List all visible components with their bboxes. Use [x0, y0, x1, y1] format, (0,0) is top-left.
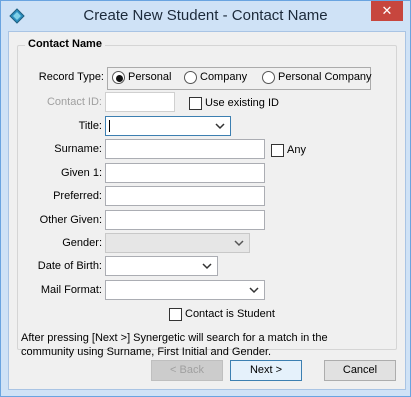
text-cursor	[109, 120, 110, 132]
preferred-field[interactable]	[105, 186, 265, 206]
any-label: Any	[287, 144, 306, 156]
group-title: Contact Name	[25, 38, 105, 50]
contact-is-student-label: Contact is Student	[185, 308, 275, 320]
gender-label: Gender:	[62, 237, 102, 249]
record-type-radio-group: Personal Company Personal Company	[107, 67, 372, 90]
date-of-birth-label: Date of Birth:	[37, 260, 102, 272]
chevron-down-icon[interactable]	[233, 236, 245, 250]
cancel-button[interactable]: Cancel	[324, 360, 396, 381]
radio-personal-company[interactable]: Personal Company	[262, 71, 372, 85]
close-icon[interactable]: ✕	[382, 3, 393, 18]
title-dropdown[interactable]	[105, 116, 231, 136]
dialog-window: Create New Student - Contact Name ✕ Cont…	[0, 0, 411, 397]
app-diamond-icon	[9, 8, 25, 24]
given1-label: Given 1:	[61, 167, 102, 179]
surname-input[interactable]	[106, 140, 264, 158]
mail-format-dropdown[interactable]	[105, 280, 265, 300]
radio-personal-company-label: Personal Company	[278, 71, 372, 83]
any-checkbox[interactable]: Any	[271, 144, 311, 158]
contact-id-label: Contact ID:	[46, 96, 102, 108]
chevron-down-icon[interactable]	[248, 283, 260, 297]
other-given-input[interactable]	[106, 211, 264, 229]
chevron-down-icon[interactable]	[201, 259, 213, 273]
preferred-label: Preferred:	[53, 190, 102, 202]
contact-name-group: Contact Name Record Type: Personal Compa…	[17, 38, 397, 358]
next-button[interactable]: Next >	[230, 360, 302, 381]
back-button[interactable]: < Back	[151, 360, 223, 381]
surname-field[interactable]	[105, 139, 265, 159]
other-given-label: Other Given:	[39, 214, 102, 226]
contact-is-student-checkbox[interactable]: Contact is Student	[169, 308, 279, 322]
radio-selected-dot-icon	[116, 75, 123, 82]
record-type-label: Record Type:	[38, 71, 104, 83]
info-text: After pressing [Next >] Synergetic will …	[21, 332, 328, 358]
contact-id-field[interactable]	[105, 92, 175, 112]
window-title: Create New Student - Contact Name	[83, 7, 328, 24]
radio-company[interactable]: Company	[184, 71, 254, 85]
gender-dropdown[interactable]	[105, 233, 250, 253]
close-button[interactable]: ✕	[371, 1, 403, 21]
radio-personal[interactable]: Personal	[112, 71, 174, 85]
title-label: Title:	[78, 120, 102, 132]
given1-input[interactable]	[106, 164, 264, 182]
radio-personal-label: Personal	[128, 71, 172, 83]
surname-label: Surname:	[54, 143, 102, 155]
dialog-body: Contact Name Record Type: Personal Compa…	[8, 31, 406, 390]
title-bar: Create New Student - Contact Name ✕	[1, 1, 410, 31]
mail-format-label: Mail Format:	[40, 284, 102, 296]
given1-field[interactable]	[105, 163, 265, 183]
preferred-input[interactable]	[106, 187, 264, 205]
use-existing-id-checkbox[interactable]: Use existing ID	[189, 97, 289, 111]
use-existing-id-label: Use existing ID	[205, 97, 279, 109]
chevron-down-icon[interactable]	[214, 119, 226, 133]
other-given-field[interactable]	[105, 210, 265, 230]
date-of-birth-picker[interactable]	[105, 256, 218, 276]
radio-company-label: Company	[200, 71, 248, 83]
contact-id-input[interactable]	[106, 93, 174, 111]
